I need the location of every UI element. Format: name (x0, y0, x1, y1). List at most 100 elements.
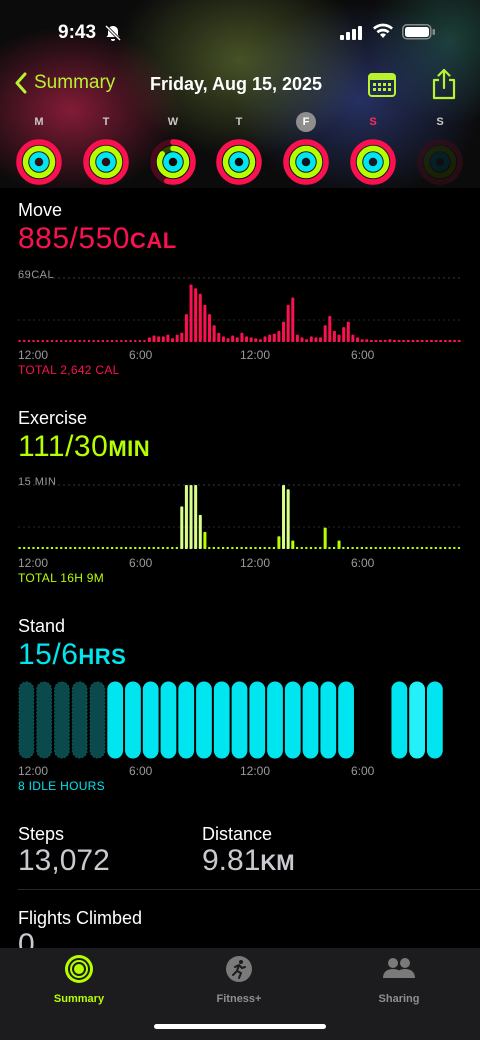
chart-baseline-dot (106, 340, 109, 342)
chart-baseline-dot (69, 547, 72, 549)
week-day[interactable]: F (281, 112, 331, 186)
chart-bar (194, 288, 198, 342)
tab-sharing[interactable]: Sharing (344, 954, 454, 1005)
week-day[interactable]: M (14, 112, 64, 186)
chart-baseline-dot (115, 340, 118, 342)
chart-bar (420, 340, 424, 342)
exercise-chart-ticks: 12:00 6:00 12:00 6:00 (18, 556, 462, 572)
stand-hour-bar (107, 681, 124, 759)
stand-hour-bar (409, 681, 425, 759)
chart-bar (453, 340, 457, 342)
chart-bar (388, 339, 392, 342)
chart-baseline-dot (87, 340, 91, 342)
chart-baseline-dot (124, 547, 128, 549)
exercise-value: 111/30MIN (18, 430, 150, 464)
chart-baseline-dot (138, 547, 141, 549)
week-day-label: M (34, 116, 44, 128)
ring-progress (163, 152, 183, 172)
stand-hour-bar (18, 681, 35, 759)
move-value: 885/550CAL (18, 222, 177, 256)
stand-hour-bar (249, 681, 266, 759)
chart-bar (397, 340, 401, 342)
chart-bar (217, 332, 221, 342)
week-day[interactable]: T (81, 112, 131, 186)
chart-baseline-dot (328, 547, 331, 549)
chart-baseline-dot (83, 340, 86, 342)
chart-baseline-dot (46, 547, 49, 549)
chart-bar (263, 336, 267, 342)
chart-bar (346, 321, 350, 342)
running-figure-icon (226, 956, 252, 982)
chart-baseline-dot (444, 547, 447, 549)
chart-bar (434, 340, 438, 342)
chart-bar (328, 316, 332, 342)
chart-baseline-dot (175, 547, 178, 549)
week-day[interactable]: S (415, 112, 465, 186)
chart-bar (245, 336, 249, 342)
chart-bar (448, 340, 452, 342)
ring-progress (229, 152, 249, 172)
chart-baseline-dot (388, 547, 391, 549)
chart-baseline-dot (37, 547, 40, 549)
exercise-tick: 6:00 (129, 556, 153, 570)
chart-baseline-dot (393, 547, 396, 549)
chart-bar (221, 336, 225, 342)
chart-baseline-dot (134, 547, 137, 549)
chart-baseline-dot (434, 547, 437, 549)
stand-chart-ticks: 12:00 6:00 12:00 6:00 (18, 764, 462, 780)
tab-fitness-plus[interactable]: Fitness+ (184, 954, 294, 1005)
chart-baseline-dot (120, 340, 123, 342)
chart-bar (356, 337, 360, 342)
stand-hour-bar (284, 681, 301, 759)
flights-value: 0 (18, 928, 35, 948)
chart-baseline-dot (356, 547, 359, 549)
chart-baseline-dot (439, 547, 442, 549)
week-day[interactable]: W (148, 112, 198, 186)
exercise-chart (18, 484, 462, 549)
battery-icon (402, 24, 435, 40)
chart-baseline-dot (346, 547, 350, 549)
share-icon[interactable] (431, 68, 457, 100)
chart-bar (184, 485, 188, 549)
calendar-icon[interactable] (368, 71, 396, 97)
chart-baseline-dot (138, 340, 141, 342)
chart-baseline-dot (383, 547, 387, 549)
chart-baseline-dot (78, 340, 81, 342)
stand-idle-hours: 8 IDLE HOURS (18, 779, 105, 793)
week-day[interactable]: T (214, 112, 264, 186)
exercise-total: TOTAL 16H 9M (18, 571, 105, 585)
chart-bar (226, 338, 230, 342)
stand-tick: 6:00 (129, 764, 153, 778)
stand-hour-bar (302, 681, 319, 759)
stand-hour-bar (338, 681, 354, 759)
move-tick: 12:00 (18, 348, 49, 362)
stand-hour-bar (374, 682, 389, 758)
back-button-label: Summary (34, 72, 116, 93)
ring-progress (29, 152, 49, 172)
week-day[interactable]: S (348, 112, 398, 186)
chart-baseline-dot (50, 340, 54, 342)
stand-hour-bar (356, 682, 371, 758)
distance-label: Distance (202, 824, 273, 844)
chart-baseline-dot (333, 547, 336, 549)
chart-bar (180, 332, 184, 342)
week-day-label: S (436, 116, 444, 128)
chart-baseline-dot (74, 547, 77, 549)
chart-bar (351, 334, 355, 342)
chart-baseline-dot (448, 547, 451, 549)
stand-hour-bar (445, 682, 460, 758)
move-tick: 6:00 (351, 348, 375, 362)
chart-baseline-dot (249, 547, 252, 549)
back-button[interactable]: Summary (14, 72, 115, 94)
chart-bar (416, 340, 420, 342)
tab-summary[interactable]: Summary (24, 954, 134, 1005)
stand-title: Stand (18, 616, 66, 636)
stand-tick: 12:00 (240, 764, 271, 778)
chart-bar (282, 485, 286, 549)
distance-value-unit: KM (260, 850, 295, 875)
navigation-bar: Summary Friday, Aug 15, 2025 (0, 68, 480, 102)
chart-baseline-dot (235, 547, 239, 549)
chart-baseline-dot (143, 547, 146, 549)
chart-bar (291, 297, 295, 342)
chart-bar (443, 340, 447, 342)
